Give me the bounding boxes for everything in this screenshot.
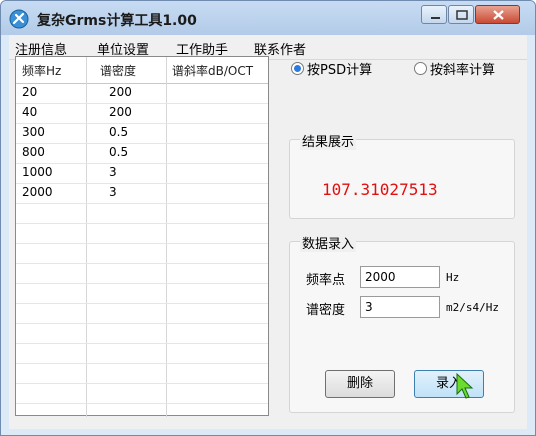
cell-frequency[interactable]: 1000 — [22, 165, 53, 179]
result-value: 107.31027513 — [322, 180, 438, 199]
delete-button[interactable]: 删除 — [325, 370, 395, 398]
frequency-label: 频率点 — [306, 273, 346, 288]
psd-input[interactable] — [360, 296, 440, 318]
maximize-icon — [456, 10, 468, 20]
table-row[interactable] — [16, 223, 268, 244]
radio-slope-label: 按斜率计算 — [430, 63, 496, 78]
radio-unselected-icon — [414, 62, 427, 75]
column-header-frequency[interactable]: 频率Hz — [22, 62, 61, 79]
app-icon — [9, 9, 29, 29]
mouse-cursor-icon — [456, 372, 474, 399]
table-row[interactable] — [16, 283, 268, 304]
cell-psd[interactable]: 200 — [109, 105, 132, 119]
window-title: 复杂Grms计算工具1.00 — [37, 13, 197, 29]
result-group: 结果展示 107.31027513 — [289, 131, 515, 219]
minimize-button[interactable] — [421, 5, 447, 24]
table-row[interactable] — [16, 263, 268, 284]
cell-psd[interactable]: 3 — [109, 165, 117, 179]
radio-selected-icon — [291, 62, 304, 75]
table-row[interactable] — [16, 303, 268, 324]
table-row[interactable] — [16, 363, 268, 384]
column-header-psd[interactable]: 谱密度 — [100, 62, 136, 79]
frequency-unit: Hz — [446, 271, 460, 284]
column-header-slope[interactable]: 谱斜率dB/OCT — [172, 62, 253, 79]
data-table[interactable]: 频率Hz 谱密度 谱斜率dB/OCT 20 200 40 200 300 0.5 800 0.… — [15, 56, 269, 417]
radio-slope[interactable]: 按斜率计算 — [414, 59, 495, 78]
table-row[interactable]: 40 200 — [16, 103, 268, 124]
table-row[interactable]: 1000 3 — [16, 163, 268, 184]
table-row[interactable] — [16, 383, 268, 404]
cell-psd[interactable]: 0.5 — [109, 145, 128, 159]
app-window: 复杂Grms计算工具1.00 注册信息 单位设置 工作助手 联系作者 频率Hz … — [0, 0, 536, 436]
close-icon — [493, 10, 504, 20]
cell-frequency[interactable]: 300 — [22, 125, 45, 139]
entry-group: 数据录入 频率点 Hz 谱密度 m2/s4/Hz 删除 录入 — [289, 233, 515, 413]
frequency-input[interactable] — [360, 266, 440, 288]
cell-psd[interactable]: 200 — [109, 85, 132, 99]
table-row[interactable] — [16, 203, 268, 224]
cell-frequency[interactable]: 20 — [22, 85, 37, 99]
close-button[interactable] — [475, 5, 520, 24]
table-row[interactable]: 300 0.5 — [16, 123, 268, 144]
cell-frequency[interactable]: 800 — [22, 145, 45, 159]
minimize-icon — [431, 17, 440, 19]
table-row[interactable]: 800 0.5 — [16, 143, 268, 164]
cell-frequency[interactable]: 40 — [22, 105, 37, 119]
psd-label: 谱密度 — [306, 303, 346, 318]
radio-psd[interactable]: 按PSD计算 — [291, 59, 372, 78]
psd-unit: m2/s4/Hz — [446, 301, 499, 314]
maximize-button[interactable] — [448, 5, 474, 24]
cell-frequency[interactable]: 2000 — [22, 185, 53, 199]
table-row[interactable] — [16, 243, 268, 264]
table-row[interactable]: 2000 3 — [16, 183, 268, 204]
result-group-title: 结果展示 — [300, 131, 357, 150]
cell-psd[interactable]: 3 — [109, 185, 117, 199]
table-row[interactable] — [16, 323, 268, 344]
entry-group-title: 数据录入 — [300, 233, 357, 252]
radio-psd-label: 按PSD计算 — [307, 63, 373, 78]
cell-psd[interactable]: 0.5 — [109, 125, 128, 139]
title-bar[interactable]: 复杂Grms计算工具1.00 — [1, 1, 535, 35]
table-row[interactable]: 20 200 — [16, 83, 268, 104]
table-row[interactable] — [16, 343, 268, 364]
table-header: 频率Hz 谱密度 谱斜率dB/OCT — [16, 57, 268, 84]
